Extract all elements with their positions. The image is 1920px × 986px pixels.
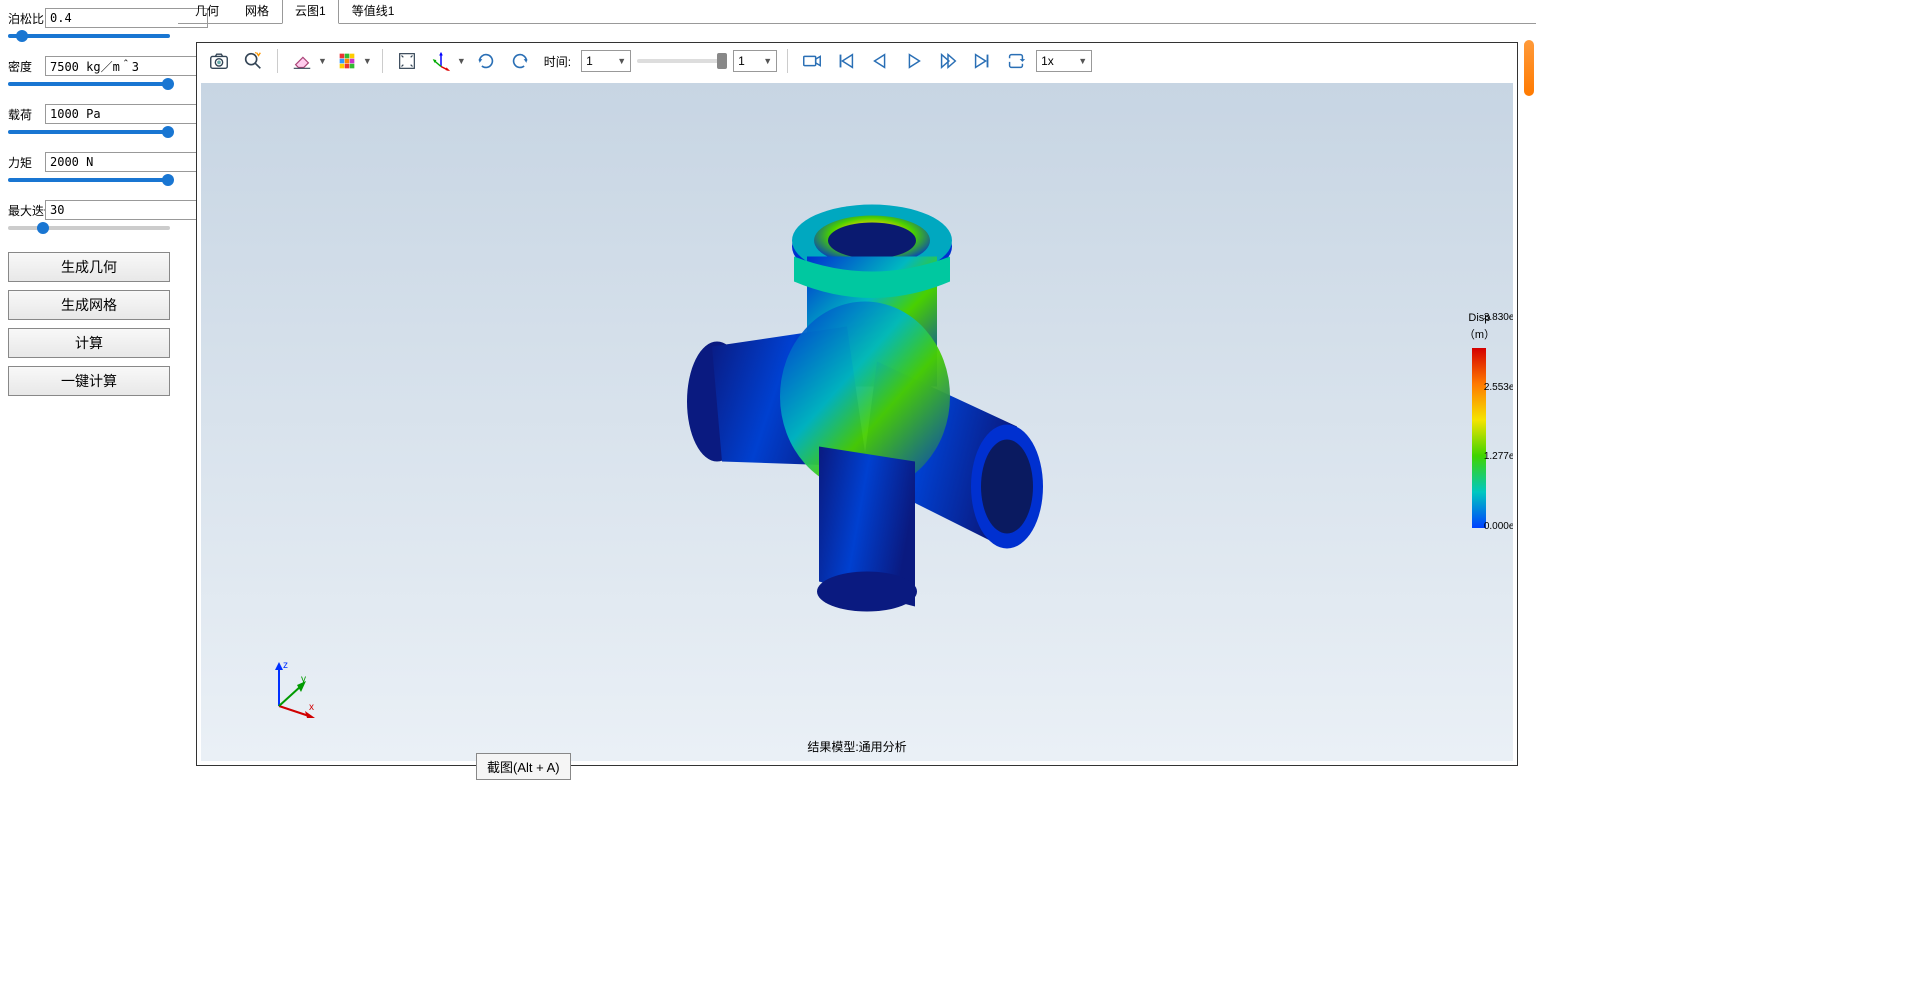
time-label: 时间: <box>544 53 571 70</box>
step-back-icon[interactable] <box>866 47 894 75</box>
compute-button[interactable]: 计算 <box>8 328 170 358</box>
oneclick-compute-button[interactable]: 一键计算 <box>8 366 170 396</box>
axis-triad: z x y <box>261 658 321 721</box>
step-forward-icon[interactable] <box>934 47 962 75</box>
svg-text:y: y <box>301 674 306 685</box>
param-label: 泊松比 <box>8 10 40 27</box>
tab-mesh[interactable]: 网格 <box>232 0 282 23</box>
time-dropdown[interactable]: 1 ▼ <box>581 50 631 72</box>
time-slider[interactable] <box>637 59 727 63</box>
play-icon[interactable] <box>900 47 928 75</box>
param-load: 载荷 <box>8 104 170 134</box>
toolbar: ▼ ▼ ▼ <box>197 43 1517 79</box>
param-label: 最大迭代次数 <box>8 202 40 219</box>
viewport-3d[interactable]: z x y Disp （m） <box>201 83 1513 761</box>
main: 几何 网格 云图1 等值线1 ▼ <box>178 0 1536 784</box>
poisson-slider[interactable] <box>8 34 170 38</box>
sidebar: 泊松比 密度 载荷 力矩 <box>0 0 178 784</box>
separator <box>277 49 278 73</box>
record-icon[interactable] <box>798 47 826 75</box>
param-maxiter: 最大迭代次数 <box>8 200 170 230</box>
chevron-down-icon: ▼ <box>763 56 772 66</box>
fem-model <box>647 187 1067 630</box>
chevron-down-icon[interactable]: ▼ <box>318 56 327 66</box>
chevron-down-icon[interactable]: ▼ <box>363 56 372 66</box>
rubiks-cube-icon[interactable] <box>333 47 361 75</box>
param-label: 力矩 <box>8 154 40 171</box>
result-model-label: 结果模型:通用分析 <box>807 738 906 755</box>
right-scroll-indicator[interactable] <box>1524 40 1534 96</box>
svg-text:x: x <box>309 702 314 713</box>
chevron-down-icon[interactable]: ▼ <box>457 56 466 66</box>
generate-geometry-button[interactable]: 生成几何 <box>8 252 170 282</box>
camera-icon[interactable] <box>205 47 233 75</box>
loop-icon[interactable] <box>1002 47 1030 75</box>
legend-ticks: 3.830e-07 2.553e-07 1.277e-07 0.000e+00 <box>1484 312 1513 532</box>
param-density: 密度 <box>8 56 170 86</box>
chevron-down-icon: ▼ <box>1078 56 1087 66</box>
load-slider[interactable] <box>8 130 170 134</box>
rotate-cw-icon[interactable] <box>506 47 534 75</box>
axis-orientation-icon[interactable] <box>427 47 455 75</box>
moment-slider[interactable] <box>8 178 170 182</box>
param-label: 密度 <box>8 58 40 75</box>
svg-text:z: z <box>283 660 288 671</box>
tabs: 几何 网格 云图1 等值线1 <box>178 0 1536 24</box>
frame-dropdown[interactable]: 1 ▼ <box>733 50 777 72</box>
param-label: 载荷 <box>8 106 40 123</box>
zoom-auto-icon[interactable] <box>239 47 267 75</box>
fit-view-icon[interactable] <box>393 47 421 75</box>
rotate-ccw-icon[interactable] <box>472 47 500 75</box>
chevron-down-icon: ▼ <box>617 56 626 66</box>
tab-geometry[interactable]: 几何 <box>182 0 232 23</box>
separator <box>787 49 788 73</box>
time-value: 1 <box>586 54 593 68</box>
tab-isoline[interactable]: 等值线1 <box>339 0 408 23</box>
density-slider[interactable] <box>8 82 170 86</box>
separator <box>382 49 383 73</box>
skip-last-icon[interactable] <box>968 47 996 75</box>
eraser-icon[interactable] <box>288 47 316 75</box>
screenshot-hint: 截图(Alt + A) <box>476 753 571 780</box>
skip-first-icon[interactable] <box>832 47 860 75</box>
speed-dropdown[interactable]: 1x ▼ <box>1036 50 1092 72</box>
tab-contour[interactable]: 云图1 <box>282 0 339 24</box>
frame-value: 1 <box>738 54 745 68</box>
param-moment: 力矩 <box>8 152 170 182</box>
speed-value: 1x <box>1041 54 1054 68</box>
viewer-frame: ▼ ▼ ▼ <box>196 42 1518 766</box>
param-poisson: 泊松比 <box>8 8 170 38</box>
generate-mesh-button[interactable]: 生成网格 <box>8 290 170 320</box>
maxiter-slider[interactable] <box>8 226 170 230</box>
color-legend: Disp （m） 3.830e-07 2.553e-07 1.277e-07 0… <box>1464 312 1495 532</box>
